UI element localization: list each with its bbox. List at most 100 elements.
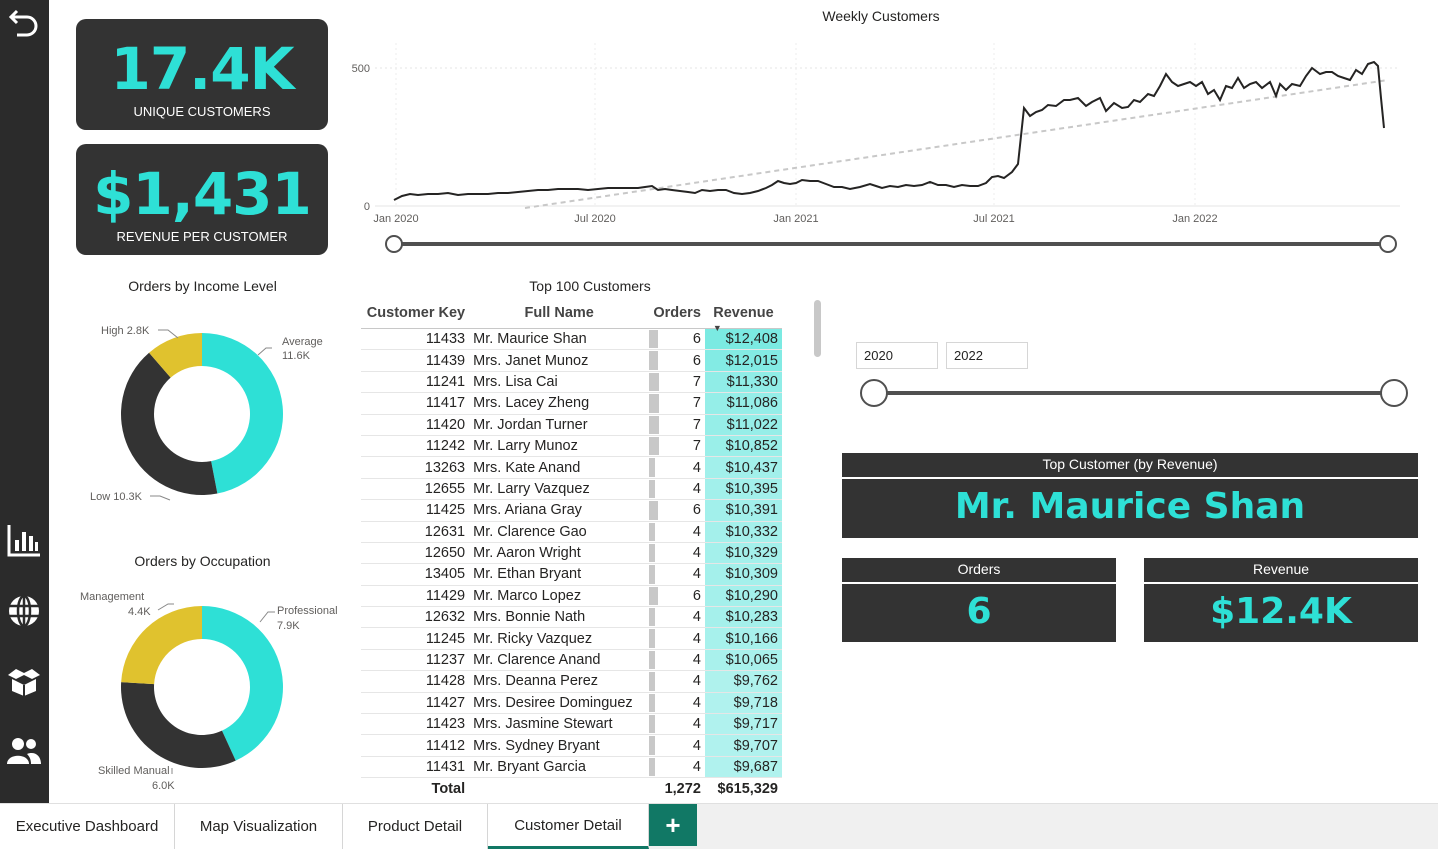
orders-databar	[649, 565, 656, 584]
orders-cell: 4	[649, 713, 705, 736]
table-row[interactable]: 11420 Mr. Jordan Turner 7 $11,022	[361, 414, 782, 436]
customer-key-cell: 11245	[361, 627, 470, 650]
year-slider-end-handle[interactable]	[1380, 379, 1408, 407]
orders-value: 4	[692, 609, 701, 626]
donut-slice[interactable]	[121, 682, 236, 768]
table-row[interactable]: 11425 Mrs. Ariana Gray 6 $10,391	[361, 499, 782, 522]
orders-databar	[649, 479, 656, 499]
full-name-cell: Mrs. Jasmine Stewart	[469, 713, 650, 736]
orders-cell: 6	[649, 499, 705, 522]
customer-key-cell: 12655	[361, 478, 470, 501]
x-tick: Jan 2022	[1172, 213, 1217, 225]
table-scrollbar[interactable]	[814, 300, 821, 357]
orders-databar	[649, 394, 660, 413]
weekly-customers-line	[393, 60, 1385, 201]
globe-icon[interactable]	[6, 593, 42, 629]
bar-chart-icon[interactable]	[6, 522, 42, 558]
customer-key-cell: 11428	[361, 670, 470, 693]
customer-key-cell: 11417	[361, 392, 470, 415]
revenue-cell: $10,395	[704, 478, 782, 501]
customer-key-cell: 11429	[361, 585, 470, 608]
full-name-cell: Mr. Ricky Vazquez	[469, 627, 650, 650]
revenue-cell: $10,332	[704, 521, 782, 543]
revenue-cell: $10,283	[704, 606, 782, 629]
table-row[interactable]: 12631 Mr. Clarence Gao 4 $10,332	[361, 521, 782, 543]
orders-value: 4	[692, 673, 701, 690]
table-row[interactable]: 11412 Mrs. Sydney Bryant 4 $9,707	[361, 734, 782, 757]
table-row[interactable]: 11423 Mrs. Jasmine Stewart 4 $9,717	[361, 713, 782, 736]
full-name-cell: Mr. Clarence Anand	[469, 649, 650, 672]
revenue-cell: $10,437	[704, 456, 782, 479]
orders-cell: 7	[649, 414, 705, 436]
orders-value: 4	[692, 652, 701, 669]
table-row[interactable]: 11429 Mr. Marco Lopez 6 $10,290	[361, 585, 782, 608]
date-range-start-handle[interactable]	[385, 235, 403, 253]
total-row: Total 1,272 $615,329	[361, 778, 782, 801]
full-name-cell: Mrs. Deanna Perez	[469, 670, 650, 693]
orders-cell: 7	[649, 371, 705, 394]
table-row[interactable]: 11245 Mr. Ricky Vazquez 4 $10,166	[361, 627, 782, 650]
orders-databar	[649, 543, 656, 563]
revenue-cell: $9,717	[704, 713, 782, 736]
customer-key-cell: 11425	[361, 499, 470, 522]
full-name-cell: Mrs. Kate Anand	[469, 456, 650, 479]
revenue-per-customer-label: REVENUE PER CUSTOMER	[116, 229, 288, 244]
table-row[interactable]: 11417 Mrs. Lacey Zheng 7 $11,086	[361, 392, 782, 415]
orders-value: 6	[692, 352, 701, 369]
people-icon[interactable]	[6, 733, 42, 769]
col-header-orders[interactable]: Orders	[649, 298, 705, 329]
full-name-cell: Mr. Ethan Bryant	[469, 563, 650, 586]
orders-value: 4	[692, 545, 701, 562]
occupation-donut-chart: Professional 7.9K Skilled Manual 6.0K Ma…	[80, 591, 338, 792]
orders-value: 6	[692, 587, 701, 604]
year-start-input[interactable]: 2020	[856, 342, 938, 369]
table-row[interactable]: 11237 Mr. Clarence Anand 4 $10,065	[361, 649, 782, 672]
orders-databar	[649, 415, 660, 434]
customer-key-cell: 11242	[361, 435, 470, 458]
box-icon[interactable]	[6, 663, 42, 699]
full-name-cell: Mrs. Lacey Zheng	[469, 392, 650, 415]
revenue-per-customer-card: $1,431 REVENUE PER CUSTOMER	[76, 144, 328, 255]
table-row[interactable]: 11431 Mr. Bryant Garcia 4 $9,687	[361, 756, 782, 779]
tab-product-detail[interactable]: Product Detail	[343, 804, 488, 849]
table-row[interactable]: 11428 Mrs. Deanna Perez 4 $9,762	[361, 670, 782, 693]
orders-cell: 7	[649, 392, 705, 415]
table-row[interactable]: 11241 Mrs. Lisa Cai 7 $11,330	[361, 371, 782, 394]
table-row[interactable]: 13263 Mrs. Kate Anand 4 $10,437	[361, 456, 782, 479]
col-header-revenue-label: Revenue	[713, 305, 774, 321]
income-donut-chart: Average 11.6K Low 10.3K High 2.8K	[90, 325, 323, 503]
total-label: Total	[431, 781, 466, 798]
add-page-button[interactable]: +	[649, 804, 697, 846]
col-header-full-name[interactable]: Full Name	[469, 298, 650, 329]
tab-customer-detail[interactable]: Customer Detail	[488, 804, 649, 849]
back-arrow-icon[interactable]	[6, 4, 42, 40]
table-row[interactable]: 11439 Mrs. Janet Munoz 6 $12,015	[361, 349, 782, 372]
donut-slice[interactable]	[202, 333, 283, 494]
revenue-cell: $11,086	[704, 392, 782, 415]
occupation-management-label: Management	[80, 591, 144, 603]
table-row[interactable]: 11242 Mr. Larry Munoz 7 $10,852	[361, 435, 782, 458]
tab-executive-dashboard[interactable]: Executive Dashboard	[0, 804, 175, 849]
col-header-customer-key[interactable]: Customer Key	[361, 298, 470, 329]
table-row[interactable]: 12650 Mr. Aaron Wright 4 $10,329	[361, 542, 782, 565]
full-name-cell: Mr. Aaron Wright	[469, 542, 650, 565]
orders-databar	[649, 330, 659, 349]
revenue-cell: $11,022	[704, 414, 782, 436]
year-slider-start-handle[interactable]	[860, 379, 888, 407]
revenue-cell: $9,707	[704, 734, 782, 757]
revenue-cell: $9,687	[704, 756, 782, 779]
table-row[interactable]: 12632 Mrs. Bonnie Nath 4 $10,283	[361, 606, 782, 629]
customer-key-cell: 12632	[361, 606, 470, 629]
full-name-cell: Mr. Jordan Turner	[469, 414, 650, 436]
customer-key-cell: 13405	[361, 563, 470, 586]
table-row[interactable]: 12655 Mr. Larry Vazquez 4 $10,395	[361, 478, 782, 501]
table-row[interactable]: 11427 Mrs. Desiree Dominguez 4 $9,718	[361, 692, 782, 715]
revenue-cell: $10,852	[704, 435, 782, 458]
table-row[interactable]: 13405 Mr. Ethan Bryant 4 $10,309	[361, 563, 782, 586]
col-header-revenue[interactable]: Revenue ▼	[704, 298, 782, 333]
leader-line	[259, 611, 275, 623]
customer-key-cell: 11427	[361, 692, 470, 715]
tab-map-visualization[interactable]: Map Visualization	[175, 804, 343, 849]
date-range-end-handle[interactable]	[1379, 235, 1397, 253]
year-end-input[interactable]: 2022	[946, 342, 1028, 369]
